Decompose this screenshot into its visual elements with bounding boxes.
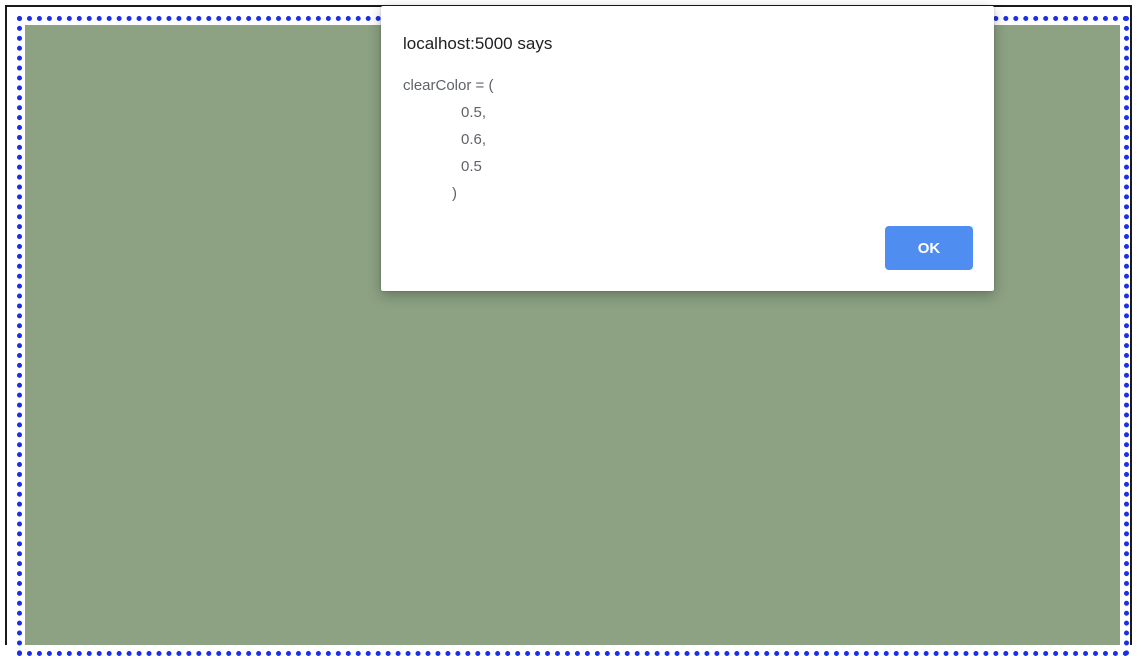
alert-title: localhost:5000 says [403,34,553,53]
alert-message-line: ) [452,185,457,202]
alert-message: clearColor = ( 0.5, 0.6, 0.5 ) [403,72,493,207]
ok-button[interactable]: OK [885,226,973,270]
alert-message-line: 0.5 [461,158,482,175]
alert-message-line: 0.6, [461,131,487,148]
alert-message-line: 0.5, [461,104,487,121]
alert-dialog: localhost:5000 says clearColor = ( 0.5, … [381,6,994,291]
alert-message-line: clearColor = ( [403,77,494,94]
